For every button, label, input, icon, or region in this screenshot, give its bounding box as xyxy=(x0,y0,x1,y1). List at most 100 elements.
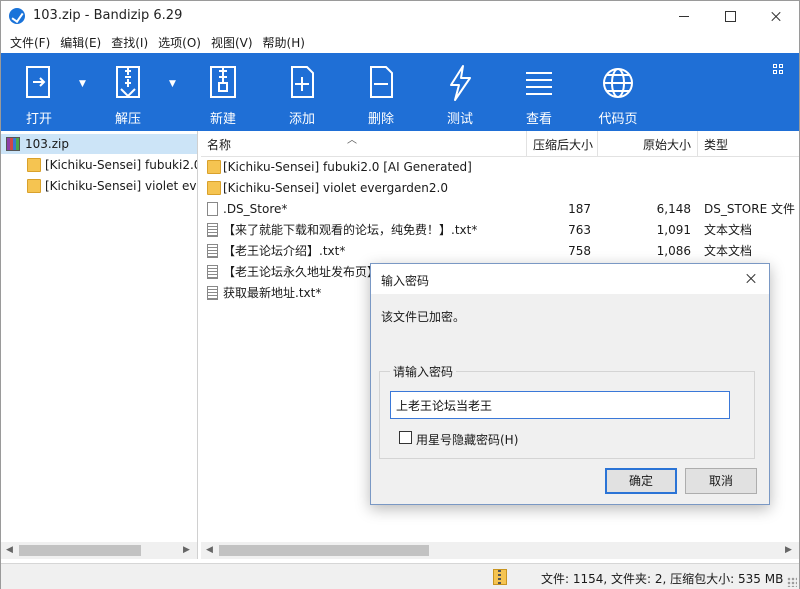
delete-button[interactable]: 删除 xyxy=(346,53,416,131)
view-button[interactable]: 查看 xyxy=(504,53,574,131)
open-button-label: 打开 xyxy=(25,112,52,127)
menu-help[interactable]: 帮助(H) xyxy=(258,31,310,53)
resize-grip-icon[interactable] xyxy=(787,577,797,587)
minimize-button[interactable] xyxy=(661,1,707,31)
column-divider[interactable] xyxy=(697,131,698,157)
title-bar: 103.zip - Bandizip 6.29 xyxy=(1,1,799,31)
lightning-test-icon xyxy=(450,65,471,101)
item-original-size: 1,086 xyxy=(656,244,691,258)
hide-password-checkbox[interactable] xyxy=(399,431,412,444)
item-original-size: 1,091 xyxy=(656,223,691,237)
list-item[interactable]: 【老王论坛介绍】.txt* 758 1,086 文本文档 xyxy=(201,241,799,262)
extract-button-label: 解压 xyxy=(114,112,141,127)
sort-ascending-icon: ︿ xyxy=(347,135,357,146)
list-item[interactable]: [Kichiku-Sensei] fubuki2.0 [AI Generated… xyxy=(201,157,799,178)
column-header-compressed[interactable]: 压缩后大小 xyxy=(533,136,593,153)
password-input[interactable] xyxy=(390,391,730,419)
menu-bar: 文件(F) 编辑(E) 查找(I) 选项(O) 视图(V) 帮助(H) xyxy=(1,31,799,53)
tree-folder-item[interactable]: [Kichiku-Sensei] violet evergarden2.0 xyxy=(1,176,197,196)
item-original-size: 6,148 xyxy=(656,202,691,216)
extract-button[interactable]: 解压 xyxy=(93,53,163,131)
item-type: 文本文档 xyxy=(704,223,753,237)
column-header-name[interactable]: 名称 xyxy=(207,136,231,153)
list-header: ︿ 名称 压缩后大小 原始大小 类型 xyxy=(201,131,799,157)
bandizip-logo-icon xyxy=(9,8,25,24)
item-name: 获取最新地址.txt* xyxy=(223,286,322,300)
open-button[interactable]: 打开 xyxy=(4,53,74,131)
delete-button-label: 删除 xyxy=(367,112,394,127)
tree-folder-label: [Kichiku-Sensei] fubuki2.0 xyxy=(45,158,198,172)
open-dropdown-chevron-icon[interactable]: ▼ xyxy=(79,79,89,89)
zip-archive-icon xyxy=(6,137,20,151)
list-item[interactable]: .DS_Store* 187 6,148 DS_STORE 文件 xyxy=(201,199,799,220)
item-type: 文本文档 xyxy=(704,244,753,258)
close-window-button[interactable] xyxy=(753,1,799,31)
item-type: DS_STORE 文件 xyxy=(704,202,795,216)
scroll-left-arrow-icon[interactable]: ◀ xyxy=(206,545,213,555)
add-file-icon xyxy=(291,66,314,98)
menu-file[interactable]: 文件(F) xyxy=(5,31,55,53)
column-divider[interactable] xyxy=(526,131,527,157)
window-title: 103.zip - Bandizip 6.29 xyxy=(33,8,183,23)
item-compressed-size: 187 xyxy=(568,202,591,216)
list-scroll-thumb[interactable] xyxy=(219,545,429,556)
tree-root-label: 103.zip xyxy=(25,137,69,151)
tree-horizontal-scrollbar[interactable]: ◀ ▶ xyxy=(1,542,197,559)
test-button[interactable]: 测试 xyxy=(425,53,495,131)
add-files-button[interactable]: 添加 xyxy=(267,53,337,131)
list-item[interactable]: 【来了就能下载和观看的论坛，纯免费！】.txt* 763 1,091 文本文档 xyxy=(201,220,799,241)
list-horizontal-scrollbar[interactable]: ◀ ▶ xyxy=(201,542,799,559)
item-compressed-size: 758 xyxy=(568,244,591,258)
ok-button[interactable]: 确定 xyxy=(605,468,677,494)
hide-password-label[interactable]: 用星号隐藏密码(H) xyxy=(416,431,518,448)
layout-grid-icon[interactable] xyxy=(773,64,785,76)
maximize-button[interactable] xyxy=(707,1,753,31)
codepage-button-label: 代码页 xyxy=(598,112,638,127)
blank-file-icon xyxy=(207,202,218,216)
folder-icon xyxy=(27,158,41,172)
tree-scroll-thumb[interactable] xyxy=(19,545,141,556)
extract-zipper-icon xyxy=(116,66,140,98)
tree-root-archive[interactable]: 103.zip xyxy=(1,134,197,154)
view-list-icon xyxy=(526,72,552,95)
open-archive-icon xyxy=(26,66,50,98)
item-name: [Kichiku-Sensei] fubuki2.0 [AI Generated… xyxy=(223,160,472,174)
dialog-close-button[interactable] xyxy=(733,264,769,292)
list-item[interactable]: [Kichiku-Sensei] violet evergarden2.0 xyxy=(201,178,799,199)
new-archive-icon xyxy=(210,66,236,98)
tree-folder-label: [Kichiku-Sensei] violet evergarden2.0 xyxy=(45,179,197,193)
tree-folder-item[interactable]: [Kichiku-Sensei] fubuki2.0 xyxy=(1,155,198,175)
column-divider[interactable] xyxy=(597,131,598,157)
scroll-right-arrow-icon[interactable]: ▶ xyxy=(183,545,190,555)
scroll-right-arrow-icon[interactable]: ▶ xyxy=(785,545,792,555)
menu-find[interactable]: 查找(I) xyxy=(106,31,153,53)
status-summary: 文件: 1154, 文件夹: 2, 压缩包大小: 535 MB xyxy=(541,572,784,586)
password-group-label: 请输入密码 xyxy=(390,363,457,380)
status-bar: 文件: 1154, 文件夹: 2, 压缩包大小: 535 MB xyxy=(1,563,799,589)
cancel-button[interactable]: 取消 xyxy=(685,468,757,494)
codepage-button[interactable]: 代码页 xyxy=(583,53,653,131)
encrypted-message: 该文件已加密。 xyxy=(381,310,466,324)
view-button-label: 查看 xyxy=(525,112,552,127)
test-button-label: 测试 xyxy=(446,112,473,127)
item-name: .DS_Store* xyxy=(223,202,288,216)
item-compressed-size: 763 xyxy=(568,223,591,237)
new-archive-button-label: 新建 xyxy=(209,112,236,127)
column-header-type[interactable]: 类型 xyxy=(704,136,728,153)
text-document-icon xyxy=(207,265,218,279)
menu-edit[interactable]: 编辑(E) xyxy=(55,31,106,53)
scroll-left-arrow-icon[interactable]: ◀ xyxy=(6,545,13,555)
new-archive-button[interactable]: 新建 xyxy=(188,53,258,131)
text-document-icon xyxy=(207,244,218,258)
column-header-original[interactable]: 原始大小 xyxy=(643,136,691,153)
bandizip-window: 103.zip - Bandizip 6.29 文件(F) 编辑(E) 查找(I… xyxy=(0,0,800,589)
delete-file-icon xyxy=(370,66,393,98)
dialog-title: 输入密码 xyxy=(381,274,430,288)
item-name: 【来了就能下载和观看的论坛，纯免费！】.txt* xyxy=(223,223,478,237)
toolbar: 打开 ▼ 解压 ▼ 新建 添加 删除 测试 查看 代码页 xyxy=(1,53,799,131)
menu-options[interactable]: 选项(O) xyxy=(153,31,206,53)
menu-view[interactable]: 视图(V) xyxy=(206,31,258,53)
password-dialog: 输入密码 该文件已加密。 请输入密码 用星号隐藏密码(H) 确定 取消 xyxy=(370,263,770,505)
extract-dropdown-chevron-icon[interactable]: ▼ xyxy=(169,79,179,89)
text-document-icon xyxy=(207,223,218,237)
